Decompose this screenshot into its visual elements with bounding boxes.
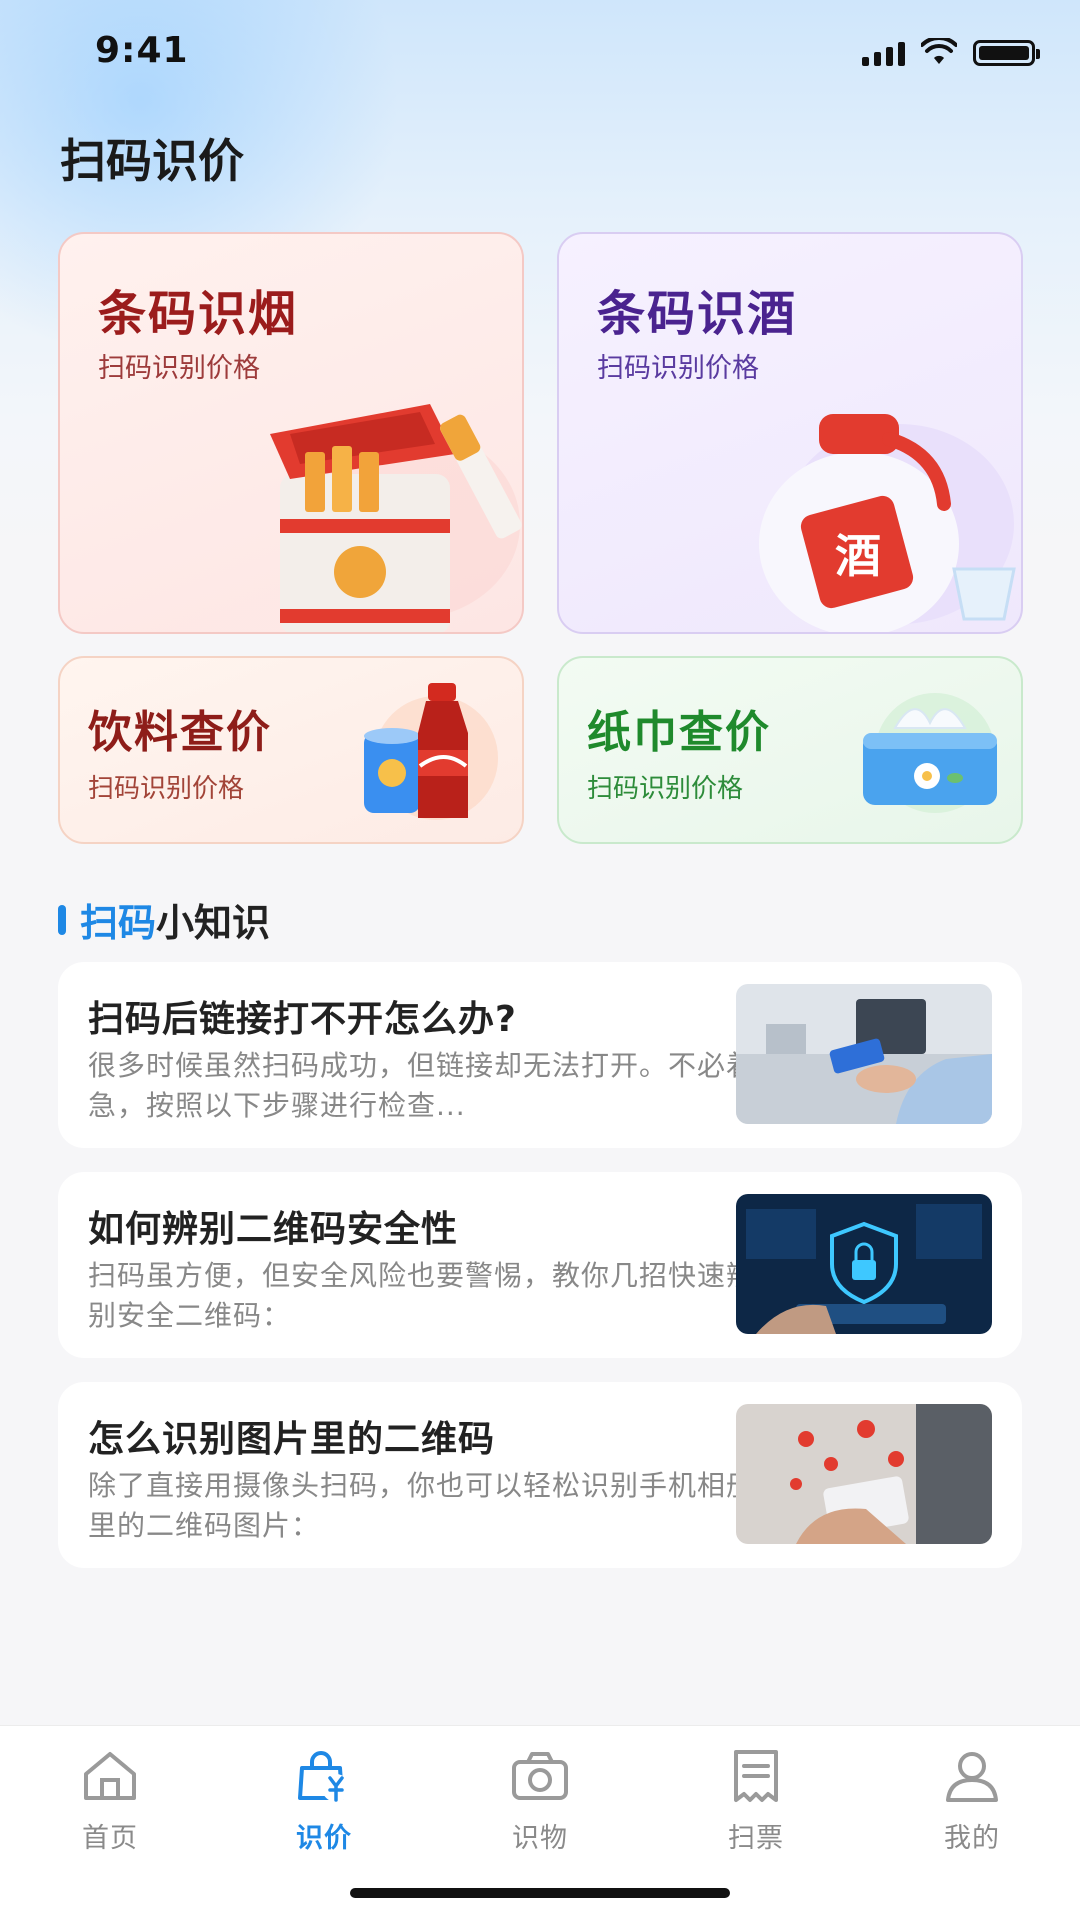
- tab-receipt-scan[interactable]: 扫票: [686, 1748, 826, 1855]
- status-icons: [862, 38, 1040, 66]
- section-title-accent: 扫码: [80, 901, 157, 945]
- wifi-icon: [921, 38, 957, 64]
- article-desc: 很多时候虽然扫码成功，但链接却无法打开。不必着急，按照以下步骤进行检查...: [88, 1049, 756, 1122]
- article-title: 如何辨别二维码安全性: [88, 1209, 459, 1250]
- liquor-bottle-icon: 酒: [759, 414, 1016, 632]
- article-item[interactable]: 怎么识别图片里的二维码 除了直接用摄像头扫码，你也可以轻松识别手机相册里的二维码…: [58, 1382, 1022, 1568]
- tab-label: 首页: [82, 1823, 138, 1854]
- status-bar: 9:41: [0, 0, 1080, 100]
- tab-label: 识物: [512, 1823, 568, 1854]
- liquor-badge-text: 酒: [835, 529, 881, 583]
- battery-icon: [973, 40, 1040, 66]
- section-title-rest: 小知识: [156, 901, 271, 945]
- article-desc: 扫码虽方便，但安全风险也要警惕，教你几招快速辨别安全二维码：: [88, 1259, 756, 1332]
- home-indicator: [350, 1888, 730, 1898]
- cigarette-pack-icon: [270, 404, 522, 632]
- card-drink-scan[interactable]: 饮料查价 扫码识别价格: [58, 656, 524, 844]
- section-bar: [58, 904, 66, 935]
- article-item[interactable]: 扫码后链接打不开怎么办? 很多时候虽然扫码成功，但链接却无法打开。不必着急，按照…: [58, 962, 1022, 1148]
- camera-icon: [512, 1752, 568, 1800]
- tab-profile[interactable]: 我的: [902, 1748, 1042, 1855]
- card-subtitle: 扫码识别价格: [88, 774, 245, 804]
- card-subtitle: 扫码识别价格: [98, 353, 260, 384]
- card-title: 条码识酒: [597, 286, 798, 342]
- card-subtitle: 扫码识别价格: [587, 774, 744, 804]
- tab-label: 识价: [296, 1823, 352, 1854]
- article-title: 怎么识别图片里的二维码: [88, 1419, 496, 1460]
- article-thumbnail-security-image: [736, 1194, 992, 1334]
- home-icon: [84, 1752, 136, 1800]
- article-item[interactable]: 如何辨别二维码安全性 扫码虽方便，但安全风险也要警惕，教你几招快速辨别安全二维码…: [58, 1172, 1022, 1358]
- tab-object-scan[interactable]: 识物: [470, 1748, 610, 1855]
- card-title: 纸巾查价: [587, 707, 771, 758]
- tab-label: 我的: [944, 1823, 1000, 1854]
- page-title: 扫码识价: [60, 134, 244, 188]
- article-thumbnail-phone-image: [736, 984, 992, 1124]
- article-desc: 除了直接用摄像头扫码，你也可以轻松识别手机相册里的二维码图片：: [88, 1469, 756, 1542]
- signal-icon: [862, 40, 905, 66]
- user-icon: [946, 1752, 998, 1802]
- article-title: 扫码后链接打不开怎么办?: [88, 999, 517, 1040]
- status-time: 9:41: [95, 30, 189, 71]
- card-tissue-scan[interactable]: 纸巾查价 扫码识别价格: [557, 656, 1023, 844]
- card-subtitle: 扫码识别价格: [597, 353, 759, 384]
- price-bag-icon: [298, 1751, 350, 1802]
- section-title-tips: 扫码 小知识: [58, 892, 270, 947]
- tab-home[interactable]: 首页: [40, 1748, 180, 1855]
- card-title: 条码识烟: [98, 286, 299, 342]
- tissue-box-icon: [863, 693, 997, 813]
- card-liquor-scan[interactable]: 条码识酒 扫码识别价格 酒: [557, 232, 1023, 634]
- article-thumbnail-photo-scan-image: [736, 1404, 992, 1544]
- card-cigarette-scan[interactable]: 条码识烟 扫码识别价格: [58, 232, 524, 634]
- tab-price-scan[interactable]: 识价: [254, 1748, 394, 1855]
- card-title: 饮料查价: [88, 707, 272, 758]
- tab-label: 扫票: [728, 1823, 784, 1854]
- drink-can-bottle-icon: [364, 683, 498, 820]
- receipt-icon: [734, 1750, 778, 1802]
